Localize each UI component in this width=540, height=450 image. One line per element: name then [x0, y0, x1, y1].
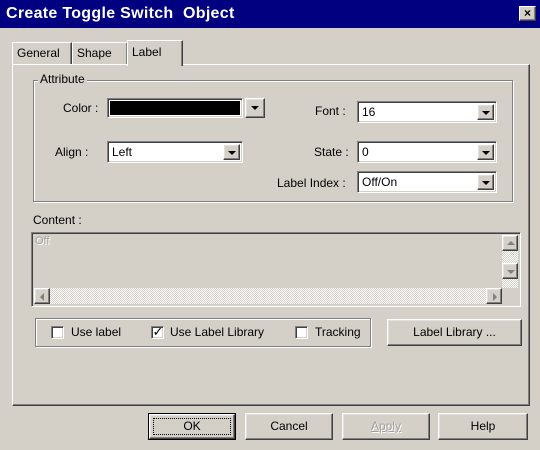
label-index-value: Off/On	[362, 175, 398, 189]
title-bar[interactable]: Create Toggle Switch Object ×	[0, 0, 540, 28]
scroll-right-button[interactable]	[486, 288, 502, 304]
scroll-up-button[interactable]	[502, 235, 518, 251]
scroll-down-button[interactable]	[502, 263, 518, 279]
arrow-up-icon	[507, 241, 515, 245]
arrow-down-icon	[507, 270, 515, 274]
state-dropdown-button[interactable]	[477, 144, 494, 160]
tab-label-label: Label	[132, 45, 162, 59]
tab-shape[interactable]: Shape	[72, 42, 128, 64]
content-label: Content :	[33, 213, 82, 227]
chevron-down-icon	[482, 181, 490, 185]
label-index-select[interactable]: Off/On	[357, 171, 497, 193]
attribute-group-title: Attribute	[38, 72, 87, 86]
chevron-down-icon	[482, 111, 490, 115]
tab-label[interactable]: Label	[127, 40, 183, 66]
color-dropdown-button[interactable]	[245, 98, 265, 118]
content-textarea[interactable]: Off	[31, 232, 521, 307]
use-label-library-checkbox[interactable]: ✓	[151, 324, 164, 339]
checkmark-icon: ✓	[152, 324, 164, 339]
color-label: Color :	[63, 101, 99, 115]
apply-button[interactable]: Apply	[342, 413, 430, 440]
label-library-button-label: Label Library ...	[413, 325, 496, 339]
font-dropdown-button[interactable]	[477, 104, 494, 120]
state-label: State :	[314, 145, 349, 159]
tab-shape-label: Shape	[77, 46, 112, 60]
state-select[interactable]: 0	[357, 141, 497, 163]
scroll-left-button[interactable]	[34, 288, 50, 304]
font-select[interactable]: 16	[357, 101, 497, 123]
content-text: Off	[35, 235, 50, 247]
use-label-library-text[interactable]: Use Label Library	[170, 325, 264, 339]
tab-general[interactable]: General	[12, 42, 72, 64]
close-button[interactable]: ×	[519, 6, 536, 21]
scrollbar-corner	[502, 288, 518, 304]
arrow-left-icon	[40, 293, 44, 301]
tracking-text[interactable]: Tracking	[315, 325, 361, 339]
tab-panel-label: Attribute Color : Align : Left Font : 16…	[12, 64, 530, 406]
horizontal-scrollbar[interactable]	[34, 288, 502, 304]
font-value: 16	[362, 105, 376, 119]
apply-button-label: Apply	[370, 419, 402, 433]
tracking-checkbox[interactable]	[295, 326, 308, 339]
font-label: Font :	[315, 104, 346, 118]
use-label-text[interactable]: Use label	[71, 325, 121, 339]
dialog-window: Create Toggle Switch Object × General Sh…	[0, 0, 540, 450]
label-library-button[interactable]: Label Library ...	[387, 319, 522, 346]
arrow-right-icon	[493, 293, 497, 301]
help-button-label: Help	[470, 419, 496, 433]
ok-button-label: OK	[183, 419, 201, 433]
chevron-down-icon	[251, 106, 259, 110]
chevron-down-icon	[482, 151, 490, 155]
state-value: 0	[362, 145, 369, 159]
align-label: Align :	[55, 145, 89, 159]
ok-button[interactable]: OK	[148, 413, 236, 440]
cancel-button-label: Cancel	[270, 419, 308, 433]
chevron-down-icon	[228, 151, 236, 155]
help-button[interactable]: Help	[438, 413, 528, 440]
window-title: Create Toggle Switch Object	[6, 5, 235, 22]
cancel-button[interactable]: Cancel	[245, 413, 333, 440]
label-index-label: Label Index :	[277, 176, 346, 190]
label-index-dropdown-button[interactable]	[477, 174, 494, 190]
color-swatch-field[interactable]	[107, 98, 243, 118]
align-select[interactable]: Left	[107, 141, 243, 163]
align-value: Left	[112, 145, 133, 159]
close-icon: ×	[523, 6, 531, 20]
color-swatch	[110, 101, 240, 115]
use-label-checkbox[interactable]	[51, 326, 64, 339]
align-dropdown-button[interactable]	[223, 144, 240, 160]
tab-general-label: General	[17, 46, 60, 60]
